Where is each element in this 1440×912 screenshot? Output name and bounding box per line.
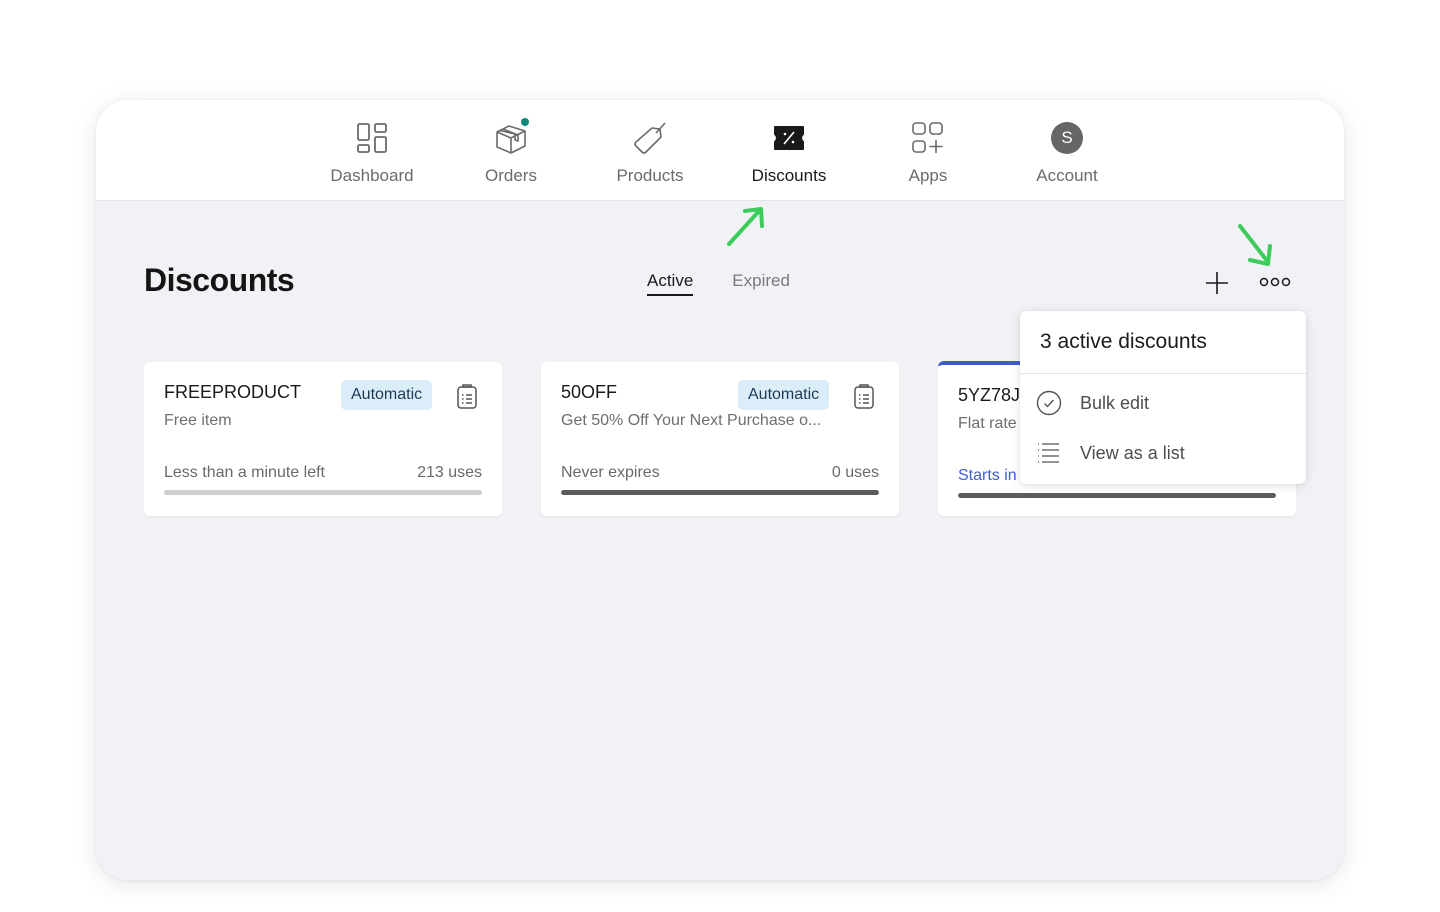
menu-item-label: View as a list: [1080, 442, 1185, 463]
start-status: Starts in: [958, 467, 1017, 484]
usage-count: 0 uses: [831, 464, 879, 481]
notification-dot: [521, 118, 529, 126]
discount-description: Free item: [164, 412, 232, 429]
discount-card[interactable]: 50OFF Get 50% Off Your Next Purchase o..…: [541, 362, 899, 516]
nav-item-discounts[interactable]: Discounts: [729, 118, 849, 188]
progress-bar: [561, 490, 879, 495]
expiry-status: Less than a minute left: [164, 464, 325, 481]
nav-item-orders[interactable]: Orders: [451, 118, 571, 188]
nav-label: Products: [616, 166, 684, 185]
nav-item-apps[interactable]: Apps: [868, 118, 988, 188]
progress-fill: [561, 490, 879, 495]
type-badge: Automatic: [341, 380, 433, 410]
menu-item-label: Bulk edit: [1080, 392, 1150, 413]
discount-description: Get 50% Off Your Next Purchase o...: [561, 412, 822, 429]
top-navigation: Dashboard Orders Products Discounts Apps…: [96, 100, 1344, 201]
progress-bar: [958, 493, 1276, 498]
discount-code: 5YZ78J: [958, 385, 1021, 405]
menu-header: 3 active discounts: [1020, 311, 1306, 374]
tab-active[interactable]: Active: [647, 271, 694, 296]
more-options-menu: 3 active discounts Bulk edit View as a l…: [1020, 311, 1306, 484]
apps-icon: [908, 118, 948, 158]
menu-item-bulk-edit[interactable]: Bulk edit: [1020, 378, 1306, 428]
type-badge: Automatic: [738, 380, 830, 410]
nav-item-products[interactable]: Products: [590, 118, 710, 188]
avatar-wrapper: S: [1047, 118, 1087, 158]
app-window: Dashboard Orders Products Discounts Apps…: [96, 100, 1344, 880]
box-icon: [491, 118, 531, 158]
discount-code: 50OFF: [561, 382, 618, 402]
nav-label: Dashboard: [330, 166, 414, 185]
nav-label: Orders: [485, 166, 537, 185]
discount-card[interactable]: FREEPRODUCT Free item Automatic Less tha…: [144, 362, 502, 516]
clipboard-icon[interactable]: [456, 382, 478, 410]
discount-description: Flat rate: [958, 415, 1017, 432]
dashboard-icon: [352, 118, 392, 158]
nav-item-dashboard[interactable]: Dashboard: [312, 118, 432, 188]
tag-icon: [630, 118, 670, 158]
progress-fill: [958, 493, 1276, 498]
nav-item-account[interactable]: S Account: [1007, 118, 1127, 188]
menu-item-view-as-list[interactable]: View as a list: [1020, 428, 1306, 478]
tab-expired[interactable]: Expired: [732, 271, 790, 296]
nav-label: Apps: [908, 166, 948, 185]
discount-ticket-icon: [769, 118, 809, 158]
more-options-button[interactable]: [1258, 274, 1292, 290]
more-horizontal-icon: [1259, 277, 1291, 287]
nav-label: Account: [1036, 166, 1098, 185]
annotation-arrow-icon: [727, 207, 764, 246]
progress-bar: [164, 490, 482, 495]
plus-icon: [1206, 272, 1228, 294]
clipboard-icon[interactable]: [853, 382, 875, 410]
page-title: Discounts: [144, 262, 295, 298]
discount-code: FREEPRODUCT: [164, 382, 302, 402]
expiry-status: Never expires: [561, 464, 660, 481]
add-discount-button[interactable]: [1204, 270, 1230, 296]
avatar: S: [1051, 122, 1083, 154]
nav-label: Discounts: [751, 166, 827, 185]
list-icon: [1036, 440, 1062, 466]
status-tabs: Active Expired: [647, 271, 790, 296]
usage-count: 213 uses: [417, 464, 482, 481]
check-circle-icon: [1036, 390, 1062, 416]
annotation-arrow-icon: [1238, 224, 1272, 266]
